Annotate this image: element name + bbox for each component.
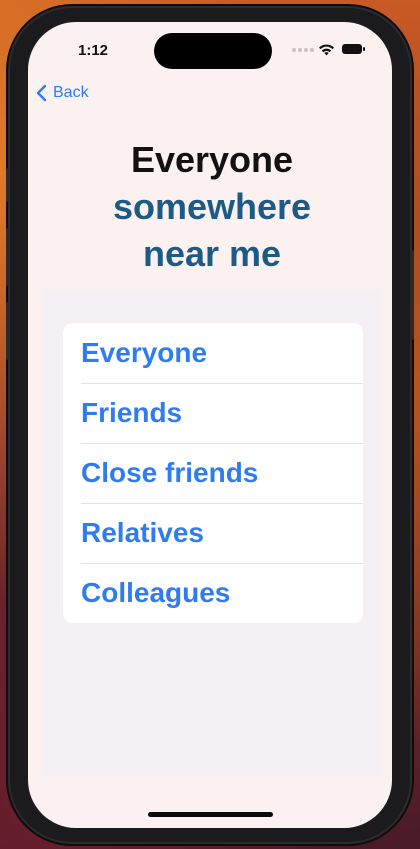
power-button [410,250,414,340]
title-line-3: near me [142,233,282,274]
option-close-friends[interactable]: Close friends [63,443,363,503]
title-line-1: Everyone [130,139,294,180]
action-button [6,168,10,202]
option-everyone[interactable]: Everyone [63,323,363,383]
volume-up-button [6,228,10,286]
back-button[interactable]: Back [36,84,89,102]
home-indicator[interactable] [148,812,273,817]
chevron-left-icon [36,84,47,102]
status-time: 1:12 [78,42,109,59]
page-title: Everyone somewhere near me [30,136,394,277]
back-label: Back [53,84,89,101]
status-icons [292,42,370,58]
dynamic-island [154,33,272,69]
volume-down-button [6,302,10,360]
wifi-icon [319,44,334,56]
option-friends[interactable]: Friends [63,383,363,443]
option-colleagues[interactable]: Colleagues [63,563,363,623]
battery-icon [342,44,365,54]
audience-options-list: Everyone Friends Close friends Relatives… [63,323,363,623]
cellular-signal-icon [292,48,314,52]
option-relatives[interactable]: Relatives [63,503,363,563]
title-line-2: somewhere [112,186,312,227]
